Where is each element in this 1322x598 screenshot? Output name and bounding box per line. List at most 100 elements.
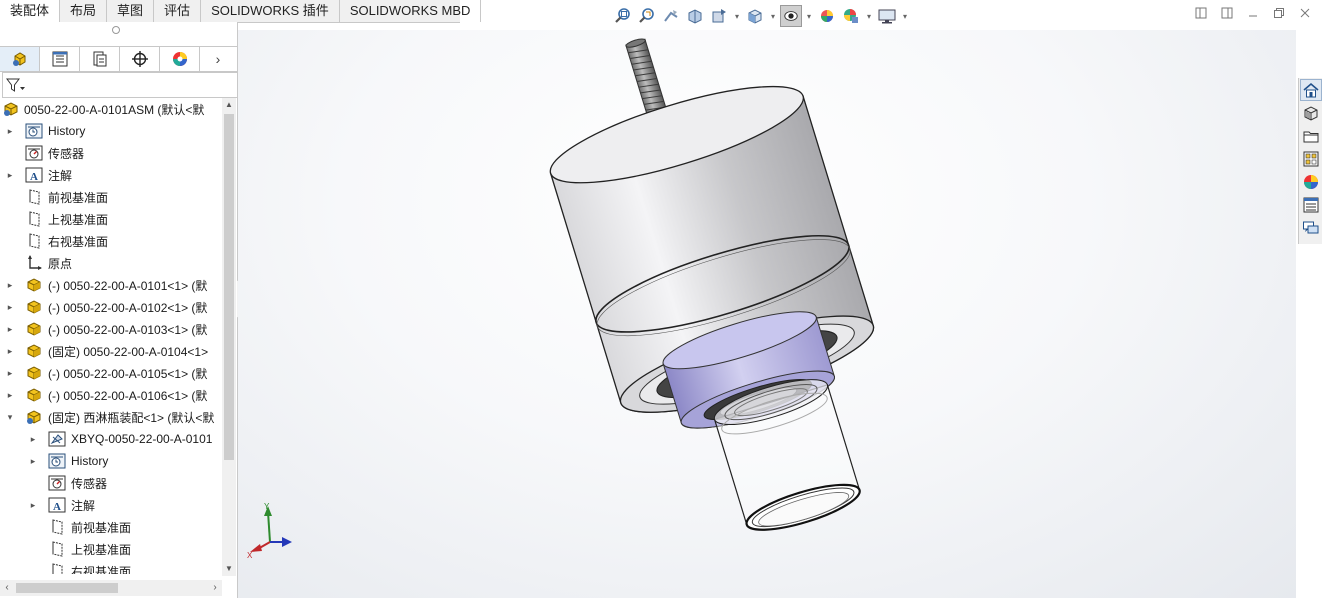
appearances-icon[interactable] — [1300, 171, 1322, 193]
expand-arrow-icon[interactable]: ▸ — [28, 494, 38, 516]
tree-item-label: (固定) 0050-22-00-A-0104<1> — [48, 344, 209, 359]
dynamic-annotation-views-icon[interactable] — [708, 5, 730, 27]
history-icon — [48, 452, 66, 470]
scroll-down-icon[interactable]: ▼ — [222, 562, 236, 576]
tile-left-icon[interactable] — [1194, 6, 1208, 20]
expand-arrow-icon[interactable]: ▸ — [5, 362, 15, 384]
propertymanager-tab[interactable] — [40, 47, 80, 71]
collapse-arrow-icon[interactable]: ▾ — [5, 406, 15, 428]
more-tabs-chevron-icon[interactable]: › — [200, 47, 236, 71]
scroll-thumb[interactable] — [224, 114, 234, 460]
assembly-model[interactable] — [238, 30, 1296, 598]
tree-item[interactable]: ▾ (固定) 西淋瓶装配<1> (默认<默 — [0, 406, 222, 428]
minimize-icon[interactable] — [1246, 6, 1260, 20]
view-settings-icon[interactable] — [876, 5, 898, 27]
tree-item[interactable]: 右视基准面 — [0, 230, 222, 252]
plane-icon — [25, 232, 43, 250]
previous-view-icon[interactable] — [660, 5, 682, 27]
tree-subitem[interactable]: ▸ XBYQ-0050-22-00-A-0101 — [0, 428, 222, 450]
command-tab[interactable]: 评估 — [154, 0, 202, 22]
displaymanager-tab[interactable] — [160, 47, 200, 71]
expand-arrow-icon[interactable]: ▸ — [5, 120, 15, 142]
assembly-icon — [2, 100, 20, 118]
display-style-icon[interactable] — [780, 5, 802, 27]
tree-item[interactable]: ▸ History — [0, 120, 222, 142]
tree-item-label: 前视基准面 — [48, 190, 109, 205]
tree-horizontal-scrollbar[interactable]: ‹ › — [0, 580, 222, 596]
solidworks-forum-icon[interactable] — [1300, 217, 1322, 239]
hide-show-items-icon[interactable] — [816, 5, 838, 27]
tree-item[interactable]: ▸ (-) 0050-22-00-A-0101<1> (默 — [0, 274, 222, 296]
tree-subitem[interactable]: ▸ History — [0, 450, 222, 472]
scroll-up-icon[interactable]: ▲ — [222, 98, 236, 112]
command-tab[interactable]: 装配体 — [0, 0, 61, 23]
tree-item[interactable]: 原点 — [0, 252, 222, 274]
view-palette-icon[interactable] — [1300, 148, 1322, 170]
main-cylinder[interactable] — [542, 67, 889, 454]
tree-item[interactable]: 前视基准面 — [0, 186, 222, 208]
view-orientation-icon[interactable] — [744, 5, 766, 27]
tree-item-label: (-) 0050-22-00-A-0106<1> (默 — [48, 388, 208, 403]
close-icon[interactable] — [1298, 6, 1312, 20]
dropdown-arrow-icon[interactable]: ▾ — [732, 12, 742, 21]
tree-item-label: XBYQ-0050-22-00-A-0101 — [71, 432, 213, 446]
design-library-icon[interactable] — [1300, 102, 1322, 124]
custom-properties-icon[interactable] — [1300, 194, 1322, 216]
expand-arrow-icon[interactable]: ▸ — [28, 428, 38, 450]
restore-icon[interactable] — [1272, 6, 1286, 20]
expand-arrow-icon[interactable]: ▸ — [28, 450, 38, 472]
command-tab[interactable]: 草图 — [107, 0, 155, 22]
expand-arrow-icon[interactable]: ▸ — [5, 274, 15, 296]
zoom-to-area-icon[interactable] — [636, 5, 658, 27]
dropdown-arrow-icon[interactable]: ▾ — [864, 12, 874, 21]
tree-subitem[interactable]: 上视基准面 — [0, 538, 222, 560]
svg-text:A: A — [30, 171, 38, 183]
command-tab[interactable]: 布局 — [60, 0, 108, 22]
tree-item[interactable]: 上视基准面 — [0, 208, 222, 230]
tree-item[interactable]: ▸ (固定) 0050-22-00-A-0104<1> — [0, 340, 222, 362]
tree-vertical-scrollbar[interactable]: ▲ ▼ — [222, 98, 236, 576]
tile-right-icon[interactable] — [1220, 6, 1234, 20]
tree-subitem[interactable]: 前视基准面 — [0, 516, 222, 538]
tree-item[interactable]: ▸ (-) 0050-22-00-A-0106<1> (默 — [0, 384, 222, 406]
panel-grip-icon[interactable] — [112, 26, 120, 34]
section-view-icon[interactable] — [684, 5, 706, 27]
solidworks-resources-home-icon[interactable] — [1300, 79, 1322, 101]
dropdown-arrow-icon[interactable]: ▾ — [900, 12, 910, 21]
scroll-thumb[interactable] — [16, 583, 118, 593]
dropdown-arrow-icon[interactable]: ▾ — [768, 12, 778, 21]
command-tab[interactable]: SOLIDWORKS MBD — [340, 0, 482, 22]
xbyq-part-icon — [48, 430, 66, 448]
tree-item[interactable]: ▸ (-) 0050-22-00-A-0105<1> (默 — [0, 362, 222, 384]
expand-arrow-icon[interactable]: ▸ — [5, 296, 15, 318]
sensor-icon — [25, 144, 43, 162]
tree-item-label: (固定) 西淋瓶装配<1> (默认<默 — [48, 410, 215, 425]
zoom-to-fit-icon[interactable] — [612, 5, 634, 27]
featuremanager-tab[interactable] — [0, 47, 40, 71]
expand-arrow-icon[interactable]: ▸ — [5, 384, 15, 406]
tree-item-label: 右视基准面 — [71, 564, 132, 575]
scroll-left-icon[interactable]: ‹ — [0, 580, 14, 596]
dimxpertmanager-tab[interactable] — [120, 47, 160, 71]
configurationmanager-tab[interactable] — [80, 47, 120, 71]
graphics-area[interactable] — [238, 30, 1296, 598]
tree-subitem[interactable]: 传感器 — [0, 472, 222, 494]
tree-root[interactable]: 0050-22-00-A-0101ASM (默认<默 — [0, 98, 222, 120]
expand-arrow-icon[interactable]: ▸ — [5, 164, 15, 186]
tree-item[interactable]: ▸ (-) 0050-22-00-A-0103<1> (默 — [0, 318, 222, 340]
tree-item[interactable]: ▸ (-) 0050-22-00-A-0102<1> (默 — [0, 296, 222, 318]
command-tab[interactable]: SOLIDWORKS 插件 — [201, 0, 340, 22]
reference-triad: Y X — [247, 502, 292, 560]
expand-arrow-icon[interactable]: ▸ — [5, 340, 15, 362]
file-explorer-icon[interactable] — [1300, 125, 1322, 147]
edit-appearance-icon[interactable] — [840, 5, 862, 27]
dropdown-arrow-icon[interactable]: ▾ — [804, 12, 814, 21]
scroll-right-icon[interactable]: › — [208, 580, 222, 596]
tree-subitem[interactable]: 右视基准面 — [0, 560, 222, 574]
expand-arrow-icon[interactable]: ▸ — [5, 318, 15, 340]
tree-filter[interactable] — [2, 72, 238, 98]
tree-subitem[interactable]: ▸ A 注解 — [0, 494, 222, 516]
tree-item-label: 右视基准面 — [48, 234, 109, 249]
tree-item[interactable]: ▸ A 注解 — [0, 164, 222, 186]
tree-item[interactable]: 传感器 — [0, 142, 222, 164]
